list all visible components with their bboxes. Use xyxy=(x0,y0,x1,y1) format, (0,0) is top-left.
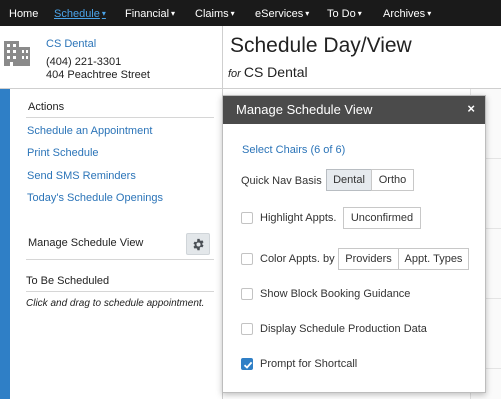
divider xyxy=(26,259,214,260)
quick-nav-label: Quick Nav Basis xyxy=(241,175,322,187)
block-booking-label: Show Block Booking Guidance xyxy=(260,288,411,300)
actions-heading: Actions xyxy=(28,101,65,113)
nav-home[interactable]: Home xyxy=(9,7,38,21)
prompt-shortcall-label: Prompt for Shortcall xyxy=(260,358,358,370)
close-icon[interactable]: × xyxy=(467,101,475,116)
practice-address: 404 Peachtree Street xyxy=(46,69,150,81)
nav-financial[interactable]: Financial ▾ xyxy=(125,7,175,21)
block-booking-checkbox[interactable] xyxy=(241,288,253,300)
page-title: Schedule Day/View xyxy=(230,34,412,57)
schedule-appointment-link[interactable]: Schedule an Appointment xyxy=(27,125,152,137)
print-schedule-link[interactable]: Print Schedule xyxy=(27,147,99,159)
nav-eservices[interactable]: eServices ▾ xyxy=(255,7,309,21)
chevron-down-icon: ▾ xyxy=(305,9,310,18)
divider xyxy=(26,291,214,292)
page-subtitle: for CS Dental xyxy=(228,64,308,80)
chevron-down-icon: ▾ xyxy=(230,9,235,18)
production-data-checkbox[interactable] xyxy=(241,323,253,335)
modal-header: Manage Schedule View × xyxy=(223,96,485,124)
highlight-appts-checkbox[interactable] xyxy=(241,212,253,224)
modal-title: Manage Schedule View xyxy=(236,102,373,117)
practice-header: CS Dental (404) 221-3301 404 Peachtree S… xyxy=(0,26,222,88)
subtitle-practice-name: CS Dental xyxy=(243,64,308,80)
chevron-down-icon: ▾ xyxy=(427,9,432,18)
sidebar: Actions Schedule an Appointment Print Sc… xyxy=(10,89,222,399)
color-by-providers-button[interactable]: Providers xyxy=(338,248,399,270)
to-be-scheduled-heading: To Be Scheduled xyxy=(26,275,110,287)
manage-schedule-view-label: Manage Schedule View xyxy=(28,237,144,249)
nav-archives[interactable]: Archives ▾ xyxy=(383,7,431,21)
chevron-down-icon: ▾ xyxy=(171,9,176,18)
highlight-appts-label: Highlight Appts. xyxy=(260,212,337,224)
popover-arrow xyxy=(214,232,222,248)
subtitle-prefix: for xyxy=(228,68,241,80)
quick-nav-ortho-button[interactable]: Ortho xyxy=(371,169,414,191)
building-icon xyxy=(4,41,30,66)
left-accent-bar xyxy=(0,89,10,399)
nav-todo[interactable]: To Do ▾ xyxy=(327,7,362,21)
divider xyxy=(26,117,214,118)
practice-phone: (404) 221-3301 xyxy=(46,56,122,68)
checkmark-icon xyxy=(243,361,253,369)
quick-nav-dental-button[interactable]: Dental xyxy=(326,169,372,191)
prompt-shortcall-checkbox[interactable] xyxy=(241,358,253,370)
nav-schedule[interactable]: Schedule ▾ xyxy=(54,7,106,21)
practice-name-link[interactable]: CS Dental xyxy=(46,38,96,50)
color-by-appt-types-button[interactable]: Appt. Types xyxy=(398,248,469,270)
nav-claims[interactable]: Claims ▾ xyxy=(195,7,235,21)
color-appts-label: Color Appts. by xyxy=(260,253,335,265)
unconfirmed-button[interactable]: Unconfirmed xyxy=(343,207,421,229)
chevron-down-icon: ▾ xyxy=(101,9,106,18)
chevron-down-icon: ▾ xyxy=(357,9,362,18)
select-chairs-link[interactable]: Select Chairs (6 of 6) xyxy=(242,144,345,156)
manage-schedule-view-button[interactable] xyxy=(186,233,210,255)
todays-openings-link[interactable]: Today's Schedule Openings xyxy=(27,192,163,204)
manage-schedule-view-modal: Manage Schedule View × Select Chairs (6 … xyxy=(222,95,486,393)
send-sms-reminders-link[interactable]: Send SMS Reminders xyxy=(27,170,136,182)
top-nav-bar: Home Schedule ▾ Financial ▾ Claims ▾ eServi… xyxy=(0,0,501,26)
production-data-label: Display Schedule Production Data xyxy=(260,323,427,335)
color-appts-checkbox[interactable] xyxy=(241,253,253,265)
gear-icon xyxy=(193,238,204,251)
to-be-scheduled-note: Click and drag to schedule appointment. xyxy=(26,298,205,309)
